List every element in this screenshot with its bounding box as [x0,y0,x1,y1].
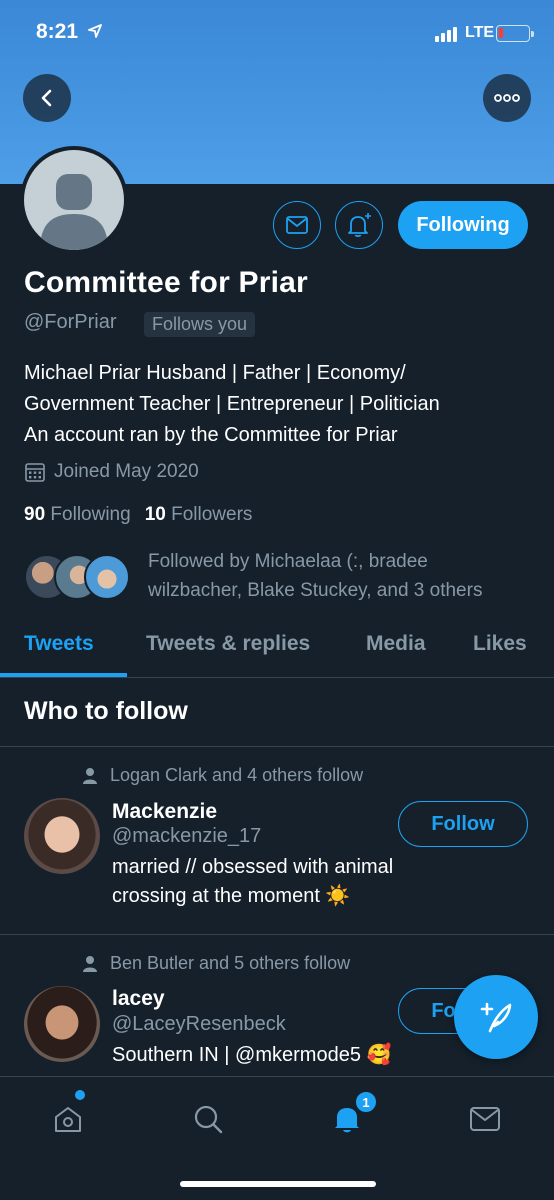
mail-icon [286,216,308,234]
status-time: 8:21 [36,20,79,43]
nav-search[interactable] [188,1099,228,1139]
profile-bio: Michael Priar Husband | Father | Economy… [24,358,534,451]
person-icon [83,767,97,784]
user-bio-line: Southern IN | @mkermode5 🥰 [112,1044,392,1066]
bell-plus-icon [348,213,371,238]
bio-line: An account ran by the Committee for Pria… [24,424,398,446]
signal-icon [435,27,457,42]
back-button[interactable] [23,74,71,122]
joined-date: Joined May 2020 [24,461,199,483]
bio-line: Michael Priar Husband | Father | Economy… [24,362,406,384]
chevron-left-icon [41,89,52,107]
tab-media[interactable]: Media [366,632,426,656]
person-icon [83,955,97,972]
home-icon [55,1107,81,1132]
follows-you-badge: Follows you [144,312,256,337]
profile-tabs: Tweets Tweets & replies Media Likes [0,624,554,678]
social-context-text: Logan Clark and 4 others follow [110,765,364,785]
divider [0,934,554,935]
status-bar: 8:21 LTE [0,0,554,66]
divider [0,746,554,747]
follow-counts: 90 Following 10 Followers [24,504,252,526]
feather-plus-icon [480,1002,512,1033]
battery-icon [496,25,534,42]
message-button[interactable] [273,201,321,249]
social-context: Logan Clark and 4 others follow [82,765,363,786]
user-avatar[interactable] [24,798,100,874]
tab-tweets-replies[interactable]: Tweets & replies [146,632,310,656]
notification-badge: 1 [354,1090,378,1114]
following-button[interactable]: Following [398,201,528,249]
network-type: LTE [465,24,495,41]
profile-handle: @ForPriar [24,311,117,333]
social-context-text: Ben Butler and 5 others follow [110,953,351,973]
user-name[interactable]: Mackenzie [112,800,217,824]
user-bio: Southern IN | @mkermode5 🥰 [112,1041,472,1070]
tab-likes[interactable]: Likes [473,632,527,656]
following-count: 90 [24,504,46,525]
avatar [84,554,130,600]
new-tweets-dot [75,1090,85,1100]
user-name[interactable]: lacey [112,987,165,1011]
mail-icon [470,1107,500,1131]
location-arrow-icon [88,24,102,38]
followed-by-text[interactable]: Followed by Michaelaa (:, bradee wilzbac… [148,547,538,605]
follow-button[interactable]: Follow [398,801,528,847]
default-avatar-icon [40,174,108,250]
bio-line: Government Teacher | Entrepreneur | Poli… [24,393,440,415]
following-count-label: Following [50,504,131,525]
followers-count-link[interactable]: 10 Followers [145,504,253,526]
active-tab-indicator [0,673,127,677]
home-indicator[interactable] [180,1181,376,1187]
user-handle[interactable]: @mackenzie_17 [112,825,261,848]
calendar-icon [25,463,45,482]
more-dots-icon [494,94,520,102]
social-context: Ben Butler and 5 others follow [82,953,350,974]
user-bio-line: crossing at the moment ☀️ [112,885,351,907]
followers-count-label: Followers [171,504,253,525]
user-handle[interactable]: @LaceyResenbeck [112,1013,286,1036]
followers-count: 10 [144,504,166,525]
notify-button[interactable] [335,201,383,249]
search-icon [194,1105,223,1134]
profile-name: Committee for Priar [24,266,308,299]
compose-tweet-button[interactable] [454,975,538,1059]
joined-text: Joined May 2020 [54,461,199,482]
user-bio-line: married // obsessed with animal [112,856,394,878]
more-options-button[interactable] [483,74,531,122]
followed-by-line: Followed by Michaelaa (:, bradee [148,551,428,572]
nav-home[interactable] [48,1099,88,1139]
nav-messages[interactable] [465,1099,505,1139]
following-count-link[interactable]: 90 Following [24,504,131,526]
user-bio: married // obsessed with animal crossing… [112,853,472,911]
profile-avatar[interactable] [20,146,128,254]
user-avatar[interactable] [24,986,100,1062]
who-to-follow-title: Who to follow [24,697,188,725]
tab-tweets[interactable]: Tweets [24,632,94,656]
followed-by-avatars[interactable] [24,554,134,604]
followed-by-line: wilzbacher, Blake Stuckey, and 3 others [148,580,483,601]
